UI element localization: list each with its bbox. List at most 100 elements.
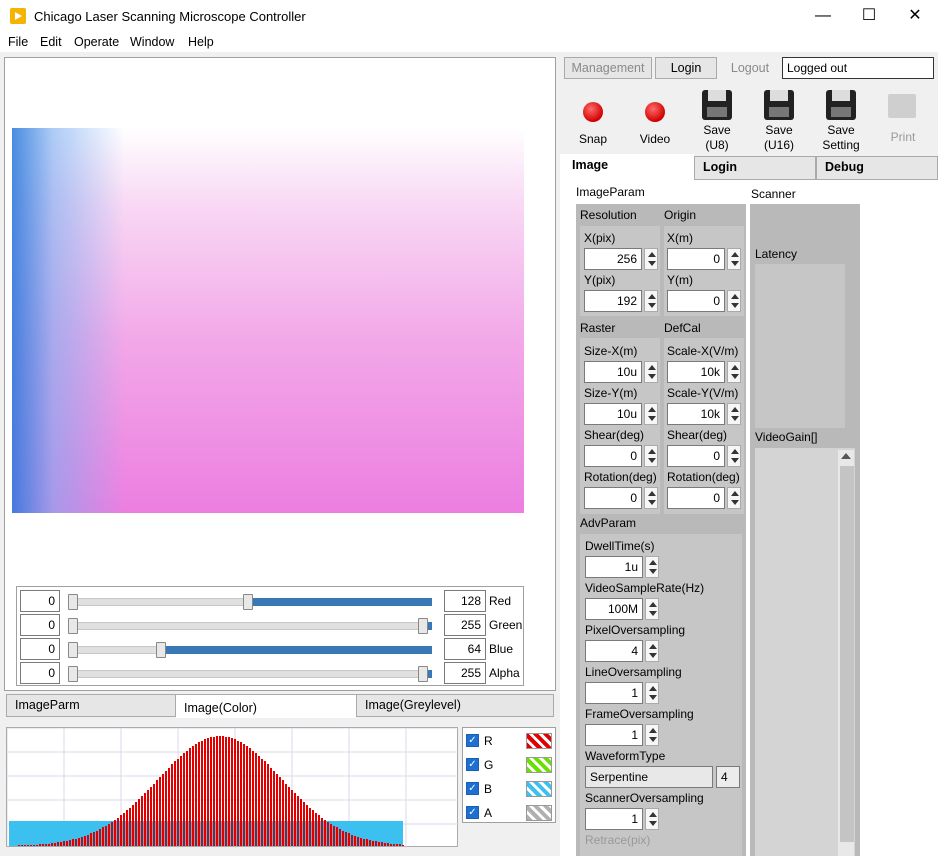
- channel-checkbox[interactable]: ✓: [466, 806, 479, 819]
- histogram-red-bar: [336, 827, 338, 846]
- resolution-y-spinner[interactable]: [644, 290, 658, 312]
- histogram-red-bar: [210, 737, 212, 846]
- waveform-type-select[interactable]: Serpentine: [585, 766, 713, 788]
- level-min-thumb[interactable]: [68, 618, 78, 634]
- snap-button[interactable]: Snap: [566, 102, 620, 146]
- origin-x-field[interactable]: 0: [667, 248, 725, 270]
- tab-image-greylevel[interactable]: Image(Greylevel): [356, 694, 554, 717]
- scanner-oversampling-spinner[interactable]: [645, 808, 659, 830]
- channel-plot-style-swatch[interactable]: [526, 733, 552, 749]
- raster-rotation-spinner[interactable]: [644, 487, 658, 509]
- print-button[interactable]: Print: [876, 90, 930, 152]
- level-max-field[interactable]: 255: [444, 662, 486, 684]
- level-min-field[interactable]: 0: [20, 590, 60, 612]
- channel-plot-style-swatch[interactable]: [526, 781, 552, 797]
- histogram-red-bar: [267, 764, 269, 846]
- level-min-thumb[interactable]: [68, 666, 78, 682]
- tab-image-color[interactable]: Image(Color): [176, 694, 356, 718]
- level-slider-track[interactable]: [72, 622, 432, 630]
- dwell-time-spinner[interactable]: [645, 556, 659, 578]
- defcal-scale-x-spinner[interactable]: [727, 361, 741, 383]
- menu-edit[interactable]: Edit: [40, 35, 62, 49]
- menu-help[interactable]: Help: [188, 35, 214, 49]
- raster-size-x-field[interactable]: 10u: [584, 361, 642, 383]
- level-max-field[interactable]: 64: [444, 638, 486, 660]
- menu-operate[interactable]: Operate: [74, 35, 119, 49]
- histogram-red-bar: [354, 836, 356, 846]
- channel-checkbox[interactable]: ✓: [466, 782, 479, 795]
- waveform-type-index: 4: [716, 766, 740, 788]
- histogram-red-bar: [48, 844, 50, 846]
- menu-file[interactable]: File: [8, 35, 28, 49]
- level-max-thumb[interactable]: [243, 594, 253, 610]
- save-u8-button[interactable]: Save (U8): [690, 90, 744, 152]
- level-max-thumb[interactable]: [418, 618, 428, 634]
- scroll-up-icon[interactable]: [841, 453, 851, 459]
- save-u16-button[interactable]: Save (U16): [752, 90, 806, 152]
- scanner-oversampling-field[interactable]: 1: [585, 808, 643, 830]
- management-button[interactable]: Management: [564, 57, 652, 79]
- channel-checkbox[interactable]: ✓: [466, 734, 479, 747]
- tab-debug[interactable]: Debug: [816, 156, 938, 180]
- origin-y-spinner[interactable]: [727, 290, 741, 312]
- tab-imageparm[interactable]: ImageParm: [6, 694, 176, 717]
- menu-window[interactable]: Window: [130, 35, 174, 49]
- resolution-x-field[interactable]: 256: [584, 248, 642, 270]
- pixel-oversampling-spinner[interactable]: [645, 640, 659, 662]
- scrollbar-thumb[interactable]: [840, 466, 854, 842]
- minimize-icon[interactable]: —: [800, 0, 846, 32]
- raster-size-y-field[interactable]: 10u: [584, 403, 642, 425]
- level-max-field[interactable]: 255: [444, 614, 486, 636]
- microscope-image[interactable]: [12, 128, 524, 513]
- channel-plot-style-swatch[interactable]: [526, 805, 552, 821]
- origin-x-spinner[interactable]: [727, 248, 741, 270]
- resolution-x-spinner[interactable]: [644, 248, 658, 270]
- level-slider-track[interactable]: [72, 670, 432, 678]
- defcal-rotation-field[interactable]: 0: [667, 487, 725, 509]
- waveform-type-label: WaveformType: [585, 749, 666, 763]
- channel-plot-style-swatch[interactable]: [526, 757, 552, 773]
- raster-rotation-field[interactable]: 0: [584, 487, 642, 509]
- raster-size-x-spinner[interactable]: [644, 361, 658, 383]
- frame-oversampling-field[interactable]: 1: [585, 724, 643, 746]
- logout-button[interactable]: Logout: [720, 57, 780, 79]
- frame-oversampling-spinner[interactable]: [645, 724, 659, 746]
- defcal-scale-x-field[interactable]: 10k: [667, 361, 725, 383]
- defcal-rotation-spinner[interactable]: [727, 487, 741, 509]
- video-button[interactable]: Video: [628, 102, 682, 146]
- raster-shear-field[interactable]: 0: [584, 445, 642, 467]
- defcal-shear-spinner[interactable]: [727, 445, 741, 467]
- video-sample-rate-spinner[interactable]: [645, 598, 659, 620]
- histogram-red-bar: [99, 829, 101, 846]
- level-min-field[interactable]: 0: [20, 638, 60, 660]
- level-max-thumb[interactable]: [155, 642, 166, 658]
- level-min-thumb[interactable]: [68, 594, 78, 610]
- tab-login[interactable]: Login: [694, 156, 816, 180]
- level-max-thumb[interactable]: [418, 666, 428, 682]
- level-max-field[interactable]: 128: [444, 590, 486, 612]
- defcal-shear-field[interactable]: 0: [667, 445, 725, 467]
- level-min-field[interactable]: 0: [20, 662, 60, 684]
- tab-image[interactable]: Image: [560, 154, 694, 180]
- raster-shear-spinner[interactable]: [644, 445, 658, 467]
- origin-y-field[interactable]: 0: [667, 290, 725, 312]
- defcal-scale-y-field[interactable]: 10k: [667, 403, 725, 425]
- channel-checkbox[interactable]: ✓: [466, 758, 479, 771]
- histogram-svg: [6, 727, 459, 848]
- resolution-y-field[interactable]: 192: [584, 290, 642, 312]
- maximize-icon[interactable]: ☐: [846, 0, 892, 32]
- raster-size-y-spinner[interactable]: [644, 403, 658, 425]
- line-oversampling-field[interactable]: 1: [585, 682, 643, 704]
- line-oversampling-spinner[interactable]: [645, 682, 659, 704]
- histogram-red-bar: [243, 744, 245, 846]
- video-sample-rate-field[interactable]: 100M: [585, 598, 643, 620]
- close-icon[interactable]: ✕: [892, 0, 938, 32]
- save-setting-button[interactable]: Save Setting: [813, 90, 869, 152]
- defcal-scale-y-spinner[interactable]: [727, 403, 741, 425]
- histogram-red-bar: [222, 736, 224, 846]
- level-min-field[interactable]: 0: [20, 614, 60, 636]
- dwell-time-field[interactable]: 1u: [585, 556, 643, 578]
- pixel-oversampling-field[interactable]: 4: [585, 640, 643, 662]
- login-button[interactable]: Login: [655, 57, 717, 79]
- level-min-thumb[interactable]: [68, 642, 78, 658]
